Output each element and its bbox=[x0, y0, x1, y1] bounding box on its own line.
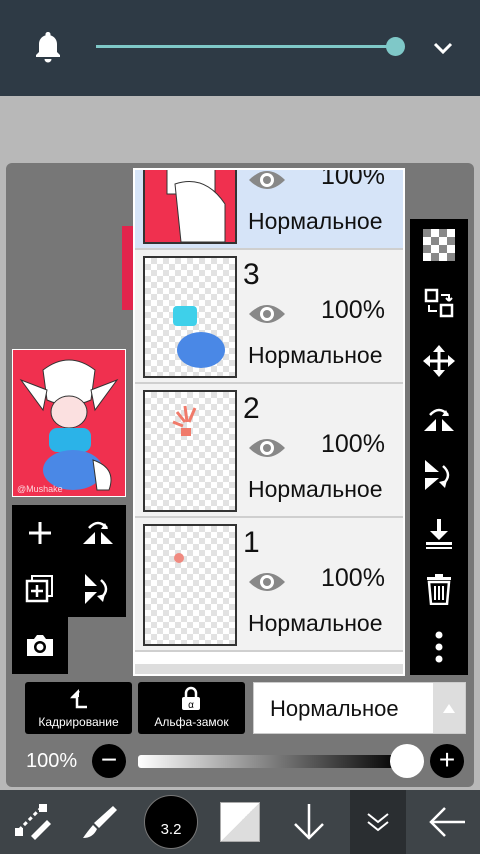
opacity-slider-thumb[interactable] bbox=[390, 744, 424, 778]
camera-button[interactable] bbox=[20, 625, 60, 665]
layer-number: 1 bbox=[243, 526, 260, 559]
camera-icon bbox=[27, 635, 53, 656]
flip-horizontal-button[interactable] bbox=[78, 513, 118, 553]
color-button[interactable] bbox=[214, 790, 266, 854]
double-chevron-down-icon bbox=[367, 813, 389, 832]
crop-label: Кадрирование bbox=[38, 715, 119, 729]
trash-icon bbox=[427, 574, 451, 605]
selection-tool-button[interactable] bbox=[4, 790, 62, 854]
flip-horizontal-icon bbox=[424, 408, 454, 431]
arrow-left-icon bbox=[429, 807, 465, 837]
blend-dropdown-arrow[interactable] bbox=[433, 683, 465, 733]
layer-row[interactable]: 2 100% Нормальное bbox=[135, 384, 403, 518]
back-button[interactable] bbox=[418, 790, 476, 854]
opacity-value: 100% bbox=[26, 750, 78, 772]
brush-tool-button[interactable] bbox=[70, 790, 128, 854]
swap-icon bbox=[424, 288, 454, 318]
more-options-button[interactable] bbox=[419, 627, 459, 667]
eye-icon[interactable] bbox=[247, 570, 287, 594]
layer-row[interactable]: 100% Нормальное bbox=[135, 168, 403, 250]
layer-opacity: 100% bbox=[321, 430, 385, 458]
canvas-preview[interactable]: @Mushake bbox=[12, 349, 126, 497]
color-swatch bbox=[220, 802, 260, 842]
add-layer-button[interactable] bbox=[20, 513, 60, 553]
clip-arrow-icon bbox=[69, 689, 87, 709]
layer-panel: 100% Нормальное 3 100% Нормальное 2 100%… bbox=[133, 168, 405, 676]
move-icon bbox=[423, 345, 455, 377]
brightness-slider-track[interactable] bbox=[96, 45, 396, 48]
alpha-lock-label: Альфа-замок bbox=[154, 715, 229, 729]
eye-icon[interactable] bbox=[247, 436, 287, 460]
blend-mode-select[interactable]: Нормальное bbox=[253, 682, 466, 734]
flip-horizontal-button[interactable] bbox=[419, 399, 459, 439]
layer-opacity: 100% bbox=[321, 168, 385, 190]
triangle-up-icon bbox=[443, 704, 455, 713]
brush-icon bbox=[83, 806, 117, 838]
arrow-down-icon bbox=[294, 804, 324, 840]
layer-down-button[interactable] bbox=[280, 790, 338, 854]
chevron-down-icon[interactable] bbox=[432, 38, 454, 58]
bell-icon[interactable] bbox=[34, 30, 62, 64]
crop-button[interactable]: Кадрирование bbox=[25, 682, 132, 734]
layer-blend-mode: Нормальное bbox=[248, 342, 383, 368]
layer-opacity: 100% bbox=[321, 564, 385, 592]
layer-thumbnail bbox=[143, 256, 237, 378]
layer-opacity: 100% bbox=[321, 296, 385, 324]
brush-size-indicator: 3.2 bbox=[144, 795, 198, 849]
layer-number: 2 bbox=[243, 392, 260, 425]
notification-shade bbox=[0, 0, 480, 96]
more-vertical-icon bbox=[435, 631, 443, 663]
plus-icon bbox=[29, 522, 51, 544]
duplicate-layer-button[interactable] bbox=[20, 569, 60, 609]
merge-down-button[interactable] bbox=[419, 513, 459, 553]
preview-signature: @Mushake bbox=[17, 484, 63, 494]
flip-vertical-icon bbox=[425, 460, 450, 490]
layer-blend-mode: Нормальное bbox=[248, 610, 383, 636]
alpha-lock-button[interactable]: α Альфа-замок bbox=[138, 682, 245, 734]
brush-size-button[interactable]: 3.2 bbox=[142, 790, 200, 854]
layer-blend-mode: Нормальное bbox=[248, 208, 383, 234]
move-button[interactable] bbox=[419, 341, 459, 381]
layer-scroll-strip[interactable] bbox=[135, 664, 403, 674]
opacity-decrease-button[interactable]: − bbox=[92, 744, 126, 778]
eye-icon[interactable] bbox=[247, 302, 287, 326]
layer-row[interactable]: 1 100% Нормальное bbox=[135, 518, 403, 652]
layer-thumbnail bbox=[143, 524, 237, 646]
brush-size-label: 3.2 bbox=[160, 821, 182, 838]
flip-horizontal-icon bbox=[83, 521, 113, 544]
opacity-slider-track[interactable] bbox=[138, 755, 402, 768]
delete-layer-button[interactable] bbox=[419, 569, 459, 609]
swap-layer-button[interactable] bbox=[419, 283, 459, 323]
right-toolbar bbox=[410, 219, 468, 675]
lock-icon: α bbox=[182, 686, 200, 711]
duplicate-icon bbox=[25, 575, 53, 603]
download-icon bbox=[426, 519, 452, 549]
flip-vertical-button[interactable] bbox=[419, 455, 459, 495]
left-toolbar-2 bbox=[12, 617, 68, 674]
transparency-button[interactable] bbox=[419, 225, 459, 265]
layer-thumbnail bbox=[143, 170, 237, 244]
brightness-slider-thumb[interactable] bbox=[386, 37, 405, 56]
layer-blend-mode: Нормальное bbox=[248, 476, 383, 502]
blend-mode-value: Нормальное bbox=[270, 696, 399, 721]
layer-thumbnail bbox=[143, 390, 237, 512]
layers-menu-button[interactable] bbox=[350, 790, 406, 854]
flip-vertical-button[interactable] bbox=[78, 569, 118, 609]
eye-icon[interactable] bbox=[247, 168, 287, 192]
layer-number: 3 bbox=[243, 258, 260, 291]
svg-text:α: α bbox=[188, 700, 194, 711]
transform-tool-icon bbox=[15, 804, 51, 840]
flip-vertical-icon bbox=[85, 574, 108, 604]
checkerboard-icon bbox=[423, 229, 455, 261]
opacity-increase-button[interactable]: + bbox=[430, 744, 464, 778]
layer-row[interactable]: 3 100% Нормальное bbox=[135, 250, 403, 384]
bottom-toolbar: 3.2 bbox=[0, 790, 480, 854]
artwork-preview bbox=[19, 359, 119, 491]
left-toolbar bbox=[12, 505, 126, 617]
